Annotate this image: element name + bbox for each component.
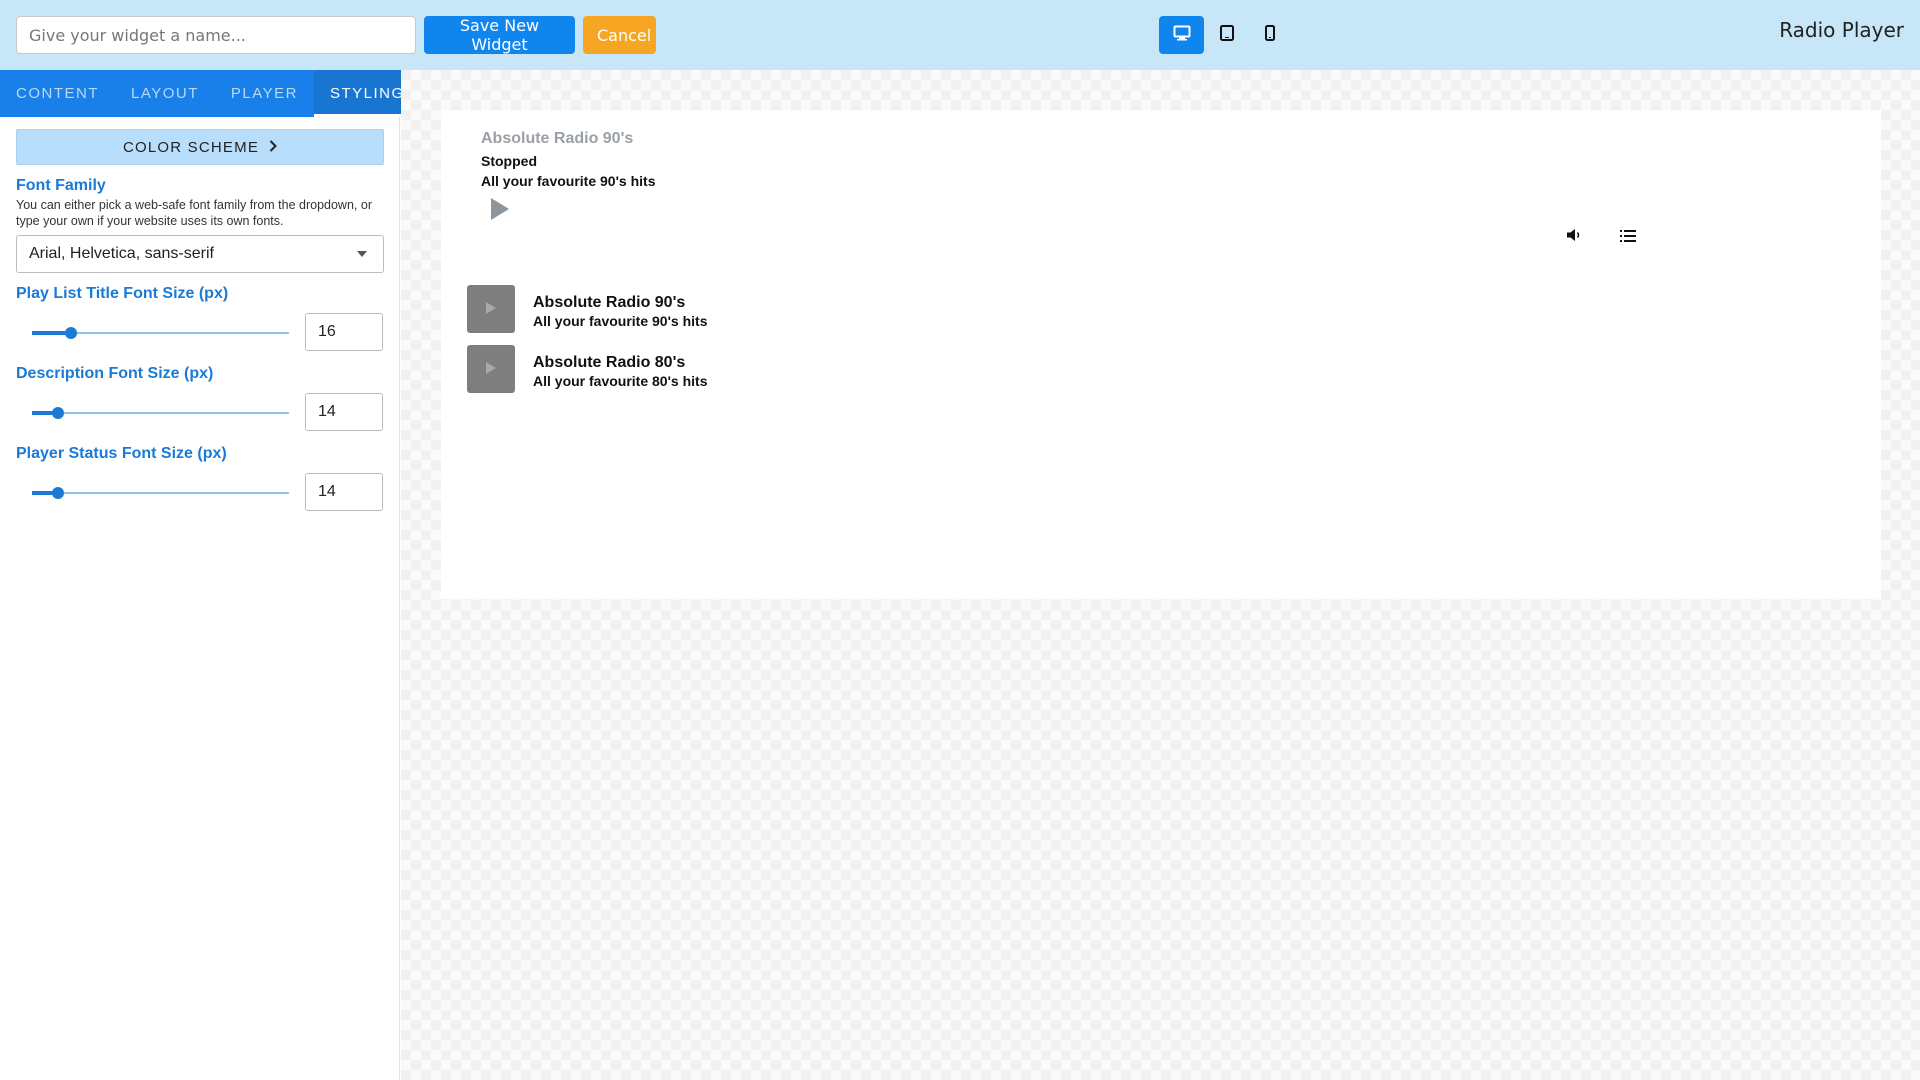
playlist-item-description: All your favourite 80's hits — [533, 373, 708, 389]
playlist-title-font-size-input[interactable] — [305, 313, 383, 351]
slider-thumb[interactable] — [51, 407, 64, 419]
description-font-size-row — [16, 393, 383, 433]
playlist-item-title: Absolute Radio 80's — [533, 354, 686, 371]
playlist-title-font-size-row — [16, 313, 383, 353]
caret-down-icon — [357, 251, 367, 257]
list-icon — [1619, 229, 1637, 248]
tab-layout[interactable]: LAYOUT — [115, 70, 215, 117]
widget-name-input[interactable] — [16, 16, 416, 54]
playlist-item-description: All your favourite 90's hits — [533, 313, 708, 329]
cancel-button[interactable]: Cancel — [583, 16, 656, 54]
mobile-icon — [1264, 25, 1275, 45]
app-title: Radio Player — [1779, 18, 1904, 42]
settings-sidebar: CONTENT LAYOUT PLAYER STYLING COLOR SCHE… — [0, 70, 421, 1080]
font-family-label: Font Family — [16, 177, 106, 194]
slider-track[interactable] — [32, 412, 289, 414]
color-scheme-label: COLOR SCHEME — [122, 138, 260, 156]
play-icon — [485, 300, 497, 319]
now-playing-title: Absolute Radio 90's — [481, 130, 634, 147]
playlist-item-title: Absolute Radio 90's — [533, 294, 686, 311]
font-family-hint: You can either pick a web-safe font fami… — [16, 198, 372, 228]
tab-player[interactable]: PLAYER — [215, 70, 314, 117]
device-mobile-button[interactable] — [1247, 16, 1292, 54]
color-scheme-button[interactable]: COLOR SCHEME — [16, 129, 384, 165]
desktop-icon — [1173, 25, 1191, 45]
play-button[interactable] — [489, 196, 513, 222]
now-playing-description: All your favourite 90's hits — [481, 173, 656, 189]
player-status: Stopped — [481, 153, 537, 169]
slider-thumb[interactable] — [51, 487, 64, 499]
slider-thumb[interactable] — [64, 327, 77, 339]
player-status-font-size-label: Player Status Font Size (px) — [16, 445, 227, 462]
tab-content[interactable]: CONTENT — [0, 70, 115, 117]
player-status-font-size-input[interactable] — [305, 473, 383, 511]
settings-tabs: CONTENT LAYOUT PLAYER STYLING — [0, 70, 421, 117]
save-new-widget-button[interactable]: Save New Widget — [424, 16, 575, 54]
playlist-toggle-button[interactable] — [1619, 228, 1637, 244]
font-family-value: Arial, Helvetica, sans-serif — [29, 245, 214, 262]
preview-area: Absolute Radio 90's Stopped All your fav… — [401, 70, 1920, 1080]
font-family-select[interactable]: Arial, Helvetica, sans-serif — [16, 235, 384, 273]
top-bar: Save New Widget Cancel Radio Player — [0, 0, 1920, 70]
device-tablet-button[interactable] — [1204, 16, 1249, 54]
play-icon — [485, 360, 497, 379]
slider-track[interactable] — [32, 492, 289, 494]
description-font-size-input[interactable] — [305, 393, 383, 431]
radio-player-widget: Absolute Radio 90's Stopped All your fav… — [441, 110, 1881, 599]
playlist-item-thumbnail[interactable] — [467, 345, 515, 393]
styling-panel: COLOR SCHEME Font Family You can either … — [0, 117, 399, 513]
chevron-right-icon — [269, 139, 277, 155]
play-icon — [489, 198, 511, 226]
playlist-title-font-size-label: Play List Title Font Size (px) — [16, 285, 229, 302]
volume-button[interactable] — [1565, 226, 1583, 244]
playlist-item-thumbnail[interactable] — [467, 285, 515, 333]
device-desktop-button[interactable] — [1159, 16, 1204, 54]
tablet-icon — [1219, 25, 1234, 45]
player-status-font-size-row — [16, 473, 383, 513]
volume-icon — [1565, 229, 1583, 248]
description-font-size-label: Description Font Size (px) — [16, 365, 214, 382]
